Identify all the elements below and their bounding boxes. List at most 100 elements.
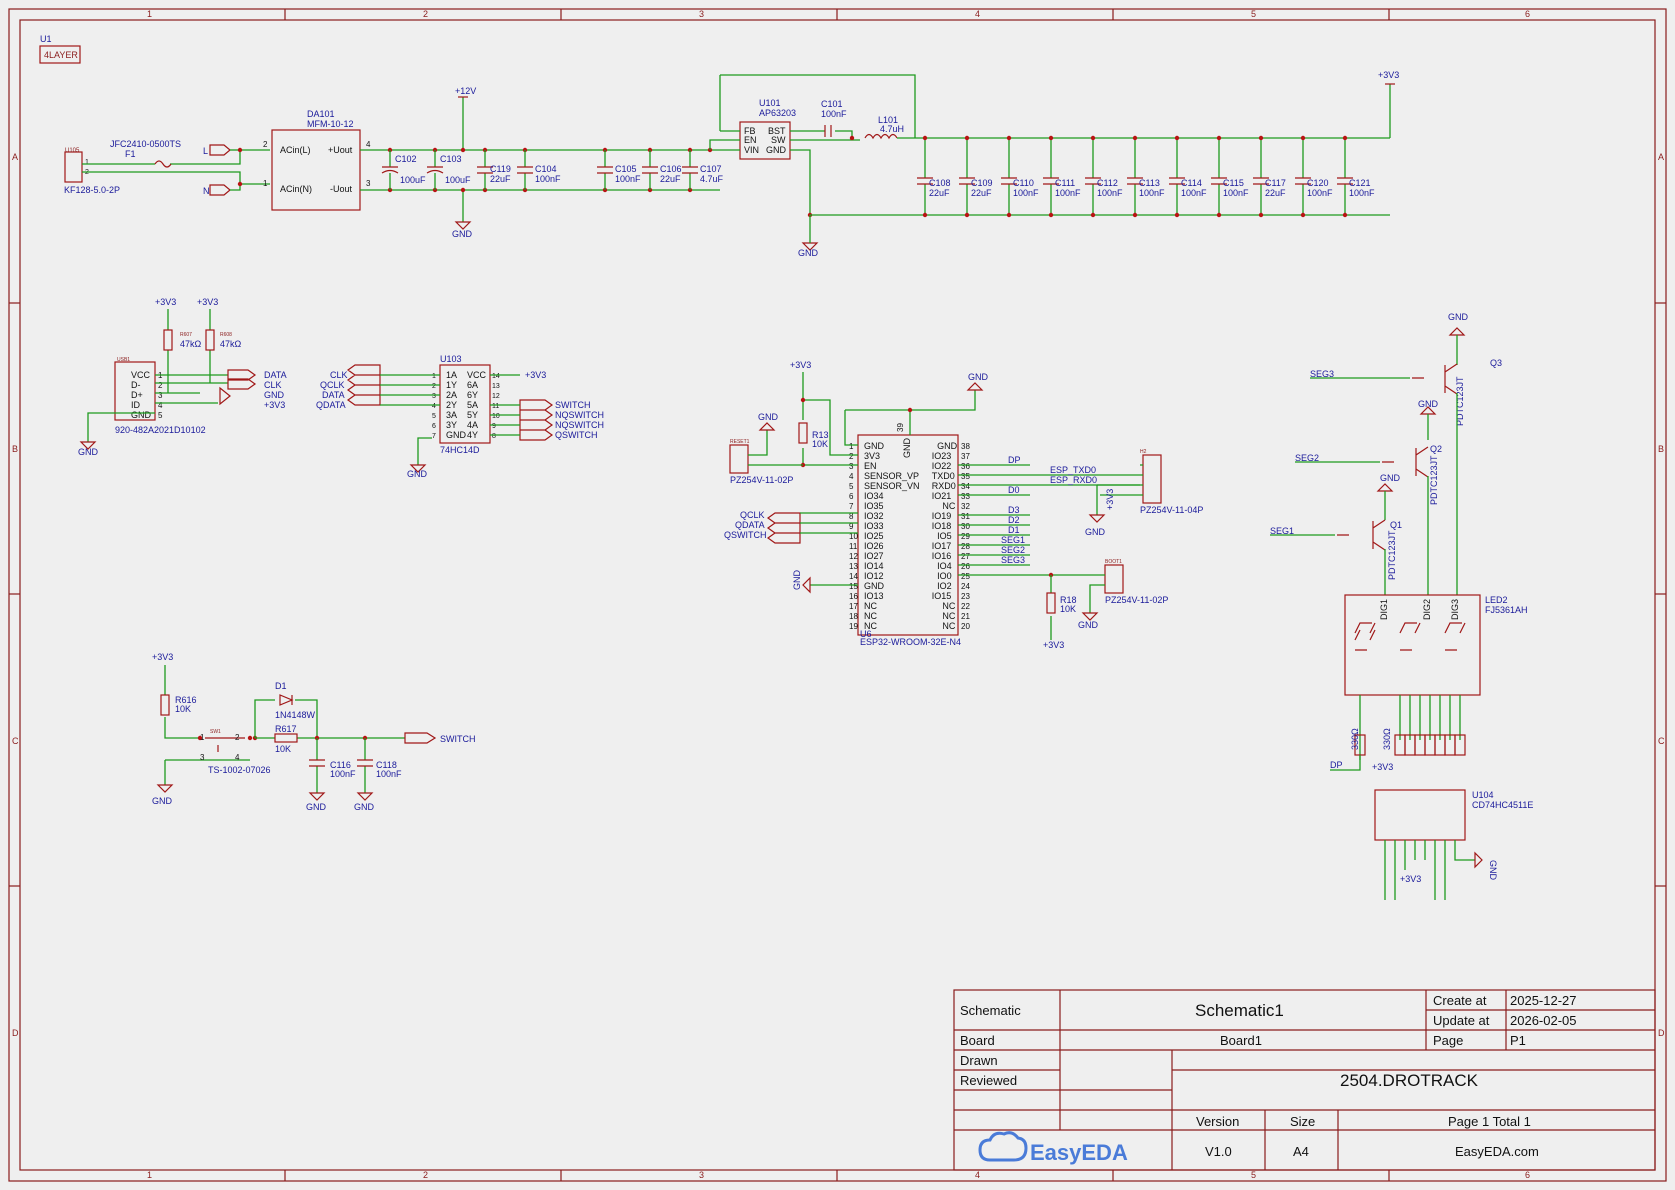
esp-q-0: QCLK [740,510,765,520]
u6-left-pin: NC [864,621,877,631]
u6-right-num: 36 [961,462,970,471]
tb-board-label: Board [960,1033,995,1048]
u6-right-pin: TXD0 [932,471,955,481]
u6-right-num: 21 [961,612,970,621]
conn-u105-val: KF128-5.0-2P [64,185,120,195]
r13-val: 10K [812,439,828,449]
u6-right-pin: RXD0 [932,481,956,491]
u103-in-ports[interactable] [346,364,381,406]
u103-left-pin: GND [446,430,467,440]
ruler-row-a-r: A [1658,152,1664,162]
h2-header[interactable] [1142,454,1162,504]
u6-right-pin: IO22 [932,461,952,471]
u103-left-pin: 3A [446,410,457,420]
u6-left-pin: IO27 [864,551,884,561]
c103-ref: C103 [440,154,462,164]
fuse-f1[interactable] [154,160,172,168]
r617-ref: R617 [275,724,297,734]
esp-net-d2: D2 [1008,515,1020,525]
esp-net-d1: D1 [1008,525,1020,535]
u6-left-pin: IO34 [864,491,884,501]
u103-val: 74HC14D [440,445,480,455]
sw-gnd: GND [152,796,173,806]
u103-out-ports[interactable] [519,399,554,441]
u103-left-pin: 1A [446,370,457,380]
u6-right-pin: GND [937,441,958,451]
u103-gnd: GND [407,469,428,479]
u6-right-pin: IO15 [932,591,952,601]
svg-text:4: 4 [235,753,240,762]
power-section: U105 KF128-5.0-2P 1 2 JFC2410-0500TS F1 … [64,70,1399,258]
u6-left-num: 5 [849,482,854,491]
tb-version-value: V1.0 [1205,1144,1232,1159]
usb-pin-num: 5 [158,411,163,420]
u6-left-num: 16 [849,592,858,601]
u103-right-pin: 4A [467,420,478,430]
cap-c109: C10922uF [959,135,993,218]
ruler-row-c: C [12,736,19,746]
c102-ref: C102 [395,154,417,164]
c118-gnd: GND [354,802,375,812]
u103-left-num: 4 [432,403,436,410]
u6-left-pin: GND [864,441,885,451]
u103-left-pin: 3Y [446,420,457,430]
ruler-col-6: 6 [1525,9,1530,19]
c116-gnd: GND [306,802,327,812]
u6-right-num: 35 [961,472,970,481]
cap-c113: C113100nF [1127,135,1165,218]
usb-net-data: DATA [264,370,287,380]
reset1-header[interactable] [729,444,749,474]
esp-net-d3: D3 [1008,505,1020,515]
ruler-row-d-r: D [1658,1028,1665,1038]
q3-ref: Q3 [1490,358,1502,368]
q2-ref: Q2 [1430,444,1442,454]
schematic-sheet: 1 2 3 4 5 6 1 2 3 4 5 6 A B C D A B C D … [8,8,1667,1182]
u104-decoder[interactable] [1374,789,1466,841]
u6-left-num: 3 [849,462,854,471]
port-l[interactable] [209,144,231,156]
esp-q-ports[interactable] [766,512,801,544]
cap-val: 100nF [1349,188,1375,198]
u103-right-pin: 6A [467,380,478,390]
svg-text:3: 3 [366,179,371,188]
tb-page-label: Page [1433,1033,1463,1048]
da101-module[interactable] [271,129,361,211]
seg2-net: SEG2 [1295,453,1319,463]
q1-transistor [1372,519,1386,551]
u103-right-pin: 6Y [467,390,478,400]
u6-right-num: 38 [961,442,970,451]
boot1-header[interactable] [1104,564,1124,594]
ruler-row-c-r: C [1658,736,1665,746]
u104-3v3: +3V3 [1372,762,1393,772]
usb-3v3-a: +3V3 [155,297,176,307]
da101-val: MFM-10-12 [307,119,354,129]
u6-right-pin: IO18 [932,521,952,531]
conn-u105[interactable] [64,151,83,183]
u6-right-num: 32 [961,502,970,511]
u104-3v3-bot: +3V3 [1400,874,1421,884]
u6-left-pin: IO13 [864,591,884,601]
usb-data-ports[interactable] [227,369,257,390]
u6-left-pin: IO14 [864,561,884,571]
esp-gnd-left: GND [792,570,802,591]
led2-val: FJ5361AH [1485,605,1528,615]
u6-gnd-label: GND [968,372,989,382]
conn-u105-ref: U105 [65,148,80,154]
u6-left-pin: IO33 [864,521,884,531]
da101-ref: DA101 [307,109,335,119]
usb-pin-label: D- [131,380,141,390]
c116-val: 100nF [330,769,356,779]
r616-resistor [160,694,170,716]
cap-val: 22uF [929,188,950,198]
led-dp-net: DP [1330,760,1343,770]
switch-port[interactable] [404,732,437,744]
port-n[interactable] [209,184,231,196]
h2-gnd: GND [1085,527,1106,537]
c104-ref: C104 [535,164,557,174]
u103-left-num: 2 [432,383,436,390]
cap-val: 100nF [1181,188,1207,198]
u1-layer-marker[interactable]: U1 4LAYER [39,34,81,64]
boot1-ref: BOOT1 [1105,559,1122,565]
r617-resistor [274,733,298,743]
r18-val: 10K [1060,604,1076,614]
